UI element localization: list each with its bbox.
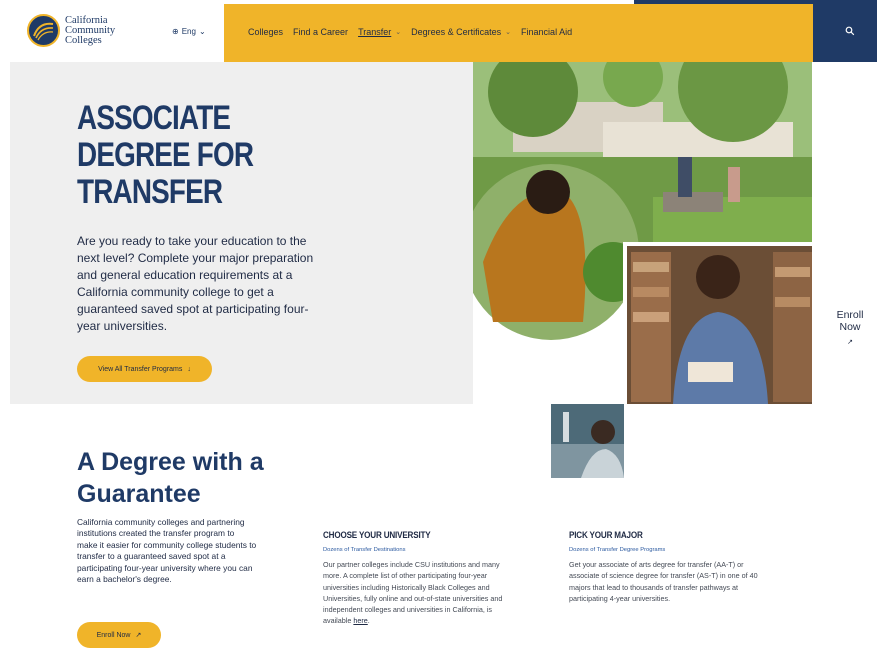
nav-item-colleges[interactable]: Colleges [248,27,283,37]
enroll-side-line: Now [839,321,861,333]
language-selector[interactable]: ⊕ Eng ⌄ [172,27,206,36]
site-logo-text[interactable]: California Community Colleges [65,15,115,46]
nav-label: Find a Career [293,27,349,37]
nav-item-financial-aid[interactable]: Financial Aid [521,27,572,37]
button-label: Enroll Now [96,631,131,639]
chevron-down-icon: ⌄ [198,27,206,36]
search-icon[interactable] [845,26,855,36]
hero-description: Are you ready to take your education to … [77,234,314,333]
column-text: Get your associate of arts degree for tr… [569,560,758,603]
page: California Community Colleges ⊕ Eng ⌄ Co… [0,0,877,653]
globe-icon: ⊕ [172,27,179,36]
choose-university-column: CHOOSE YOUR UNIVERSITY Dozens of Transfe… [323,530,518,627]
hero-title-line: DEGREE FOR [77,136,254,174]
enroll-now-side-link[interactable]: Enroll Now ↗ [826,309,874,349]
enroll-side-line: Enroll [836,309,864,321]
column-heading: PICK YOUR MAJOR [569,530,643,540]
hero-photo-collage [473,62,812,404]
button-label: View All Transfer Programs [98,365,183,373]
lab-photo-illustration [551,404,624,478]
language-label: Eng [181,27,196,36]
arrow-up-right-icon: ↗ [135,632,142,639]
column-text-body: Our partner colleges include CSU institu… [323,560,503,626]
view-all-transfer-programs-button[interactable]: View All Transfer Programs ↓ [77,356,212,382]
nav-item-find-a-career[interactable]: Find a Career [293,27,348,37]
site-header: California Community Colleges ⊕ Eng ⌄ Co… [10,0,877,62]
nav-item-transfer[interactable]: Transfer ⌄ [358,27,401,37]
guarantee-description: California community colleges and partne… [77,517,257,585]
nav-label: Transfer [358,27,392,37]
column-heading: CHOOSE YOUR UNIVERSITY [323,530,431,540]
campus-photo-illustration [473,62,812,404]
chevron-down-icon: ⌄ [505,29,512,36]
logo-line: Colleges [65,35,102,46]
chevron-down-icon: ⌄ [395,29,402,36]
arrow-down-icon: ↓ [187,365,191,373]
hero-title-line: ASSOCIATE [77,99,231,137]
lab-photo [551,404,624,478]
nav-label: Degrees & Certificates [411,27,502,37]
nav-label: Colleges [248,27,284,37]
hero-title-line: TRANSFER [77,173,223,211]
nav-label: Financial Aid [521,27,573,37]
column-subheading: Dozens of Transfer Destinations [323,547,406,553]
enroll-now-button[interactable]: Enroll Now ↗ [77,622,161,648]
nav-item-degrees-certificates[interactable]: Degrees & Certificates ⌄ [411,27,511,37]
main-nav: Colleges Find a Career Transfer ⌄ Degrees… [248,27,572,37]
college-seal-icon[interactable] [27,14,60,47]
guarantee-title: A Degree with a Guarantee [77,448,264,508]
column-subheading: Dozens of Transfer Degree Programs [569,547,666,553]
column-text: Our partner colleges include CSU institu… [323,560,503,626]
here-link[interactable]: here [353,616,367,625]
pick-major-column: PICK YOUR MAJOR Dozens of Transfer Degre… [569,530,764,604]
arrow-up-right-icon: ↗ [847,339,853,346]
hero-title: ASSOCIATE DEGREE FOR TRANSFER [77,100,274,211]
